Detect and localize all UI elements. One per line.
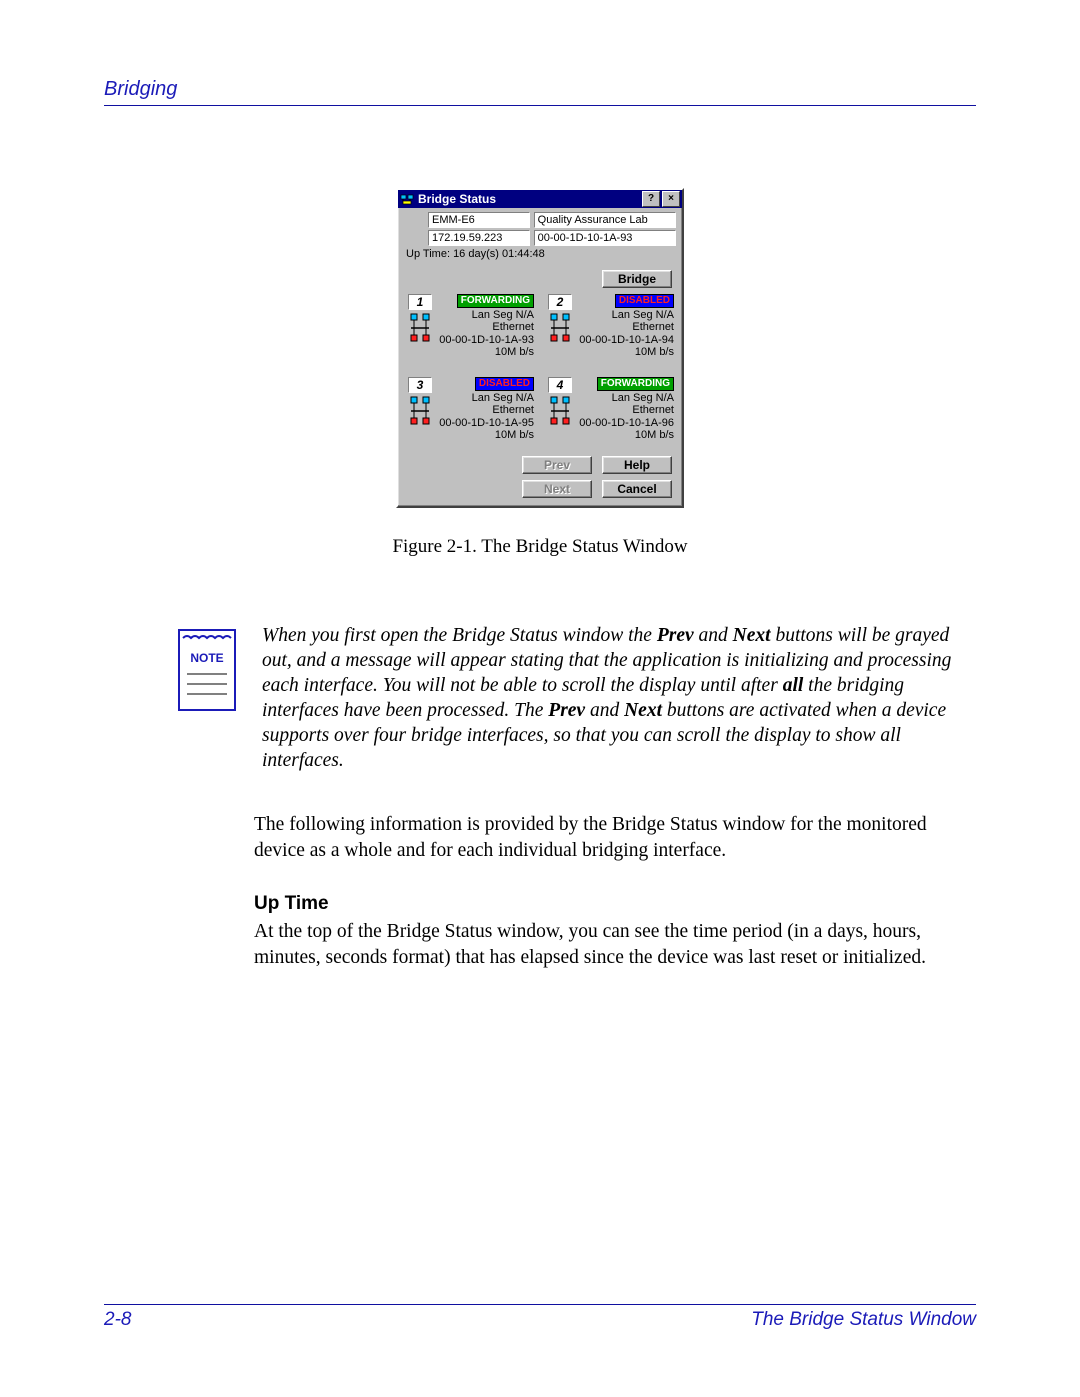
page-footer: 2-8 The Bridge Status Window xyxy=(104,1304,976,1331)
port-mac: 00-00-1D-10-1A-93 xyxy=(439,334,534,347)
note-icon: NOTE xyxy=(174,624,240,774)
port-lanseg: Lan Seg N/A xyxy=(612,392,674,405)
help-button[interactable]: Help xyxy=(602,456,672,474)
svg-text:NOTE: NOTE xyxy=(190,651,223,665)
port-speed: 10M b/s xyxy=(635,346,674,359)
prev-button[interactable]: Prev xyxy=(522,456,592,474)
port-type: Ethernet xyxy=(492,321,534,334)
note-block: NOTE When you first open the Bridge Stat… xyxy=(174,624,976,774)
footer-title: The Bridge Status Window xyxy=(751,1309,976,1331)
mac-field: 00-00-1D-10-1A-93 xyxy=(534,230,676,246)
port-type: Ethernet xyxy=(492,404,534,417)
location-field: Quality Assurance Lab xyxy=(534,212,676,228)
port-number: 4 xyxy=(548,377,572,393)
port-mac: 00-00-1D-10-1A-96 xyxy=(579,417,674,430)
device-name-field: EMM-E6 xyxy=(428,212,530,228)
port-panel[interactable]: 1 FORWARDING Lan Seg N/A xyxy=(406,294,534,359)
port-number: 2 xyxy=(548,294,572,310)
port-type: Ethernet xyxy=(632,321,674,334)
next-button[interactable]: Next xyxy=(522,480,592,498)
ports-grid: 1 FORWARDING Lan Seg N/A xyxy=(404,294,676,442)
status-badge: DISABLED xyxy=(475,377,534,391)
port-number: 1 xyxy=(408,294,432,310)
figure: Bridge Status ? × EMM-E6 Quality Assuran… xyxy=(104,188,976,558)
port-speed: 10M b/s xyxy=(495,346,534,359)
bridge-status-dialog: Bridge Status ? × EMM-E6 Quality Assuran… xyxy=(396,188,684,508)
section-heading-uptime: Up Time xyxy=(254,893,976,915)
ip-field: 172.19.59.223 xyxy=(428,230,530,246)
port-speed: 10M b/s xyxy=(495,429,534,442)
body-paragraph: The following information is provided by… xyxy=(254,812,976,863)
network-icon xyxy=(407,395,433,427)
close-icon[interactable]: × xyxy=(662,191,680,207)
status-badge: FORWARDING xyxy=(597,377,674,391)
uptime-label: Up Time: 16 day(s) 01:44:48 xyxy=(406,248,676,260)
network-icon xyxy=(547,395,573,427)
port-number: 3 xyxy=(408,377,432,393)
port-mac: 00-00-1D-10-1A-94 xyxy=(579,334,674,347)
titlebar[interactable]: Bridge Status ? × xyxy=(398,190,682,208)
port-type: Ethernet xyxy=(632,404,674,417)
window-title: Bridge Status xyxy=(418,192,496,206)
figure-caption: Figure 2-1. The Bridge Status Window xyxy=(392,536,687,558)
help-icon[interactable]: ? xyxy=(642,191,660,207)
status-badge: DISABLED xyxy=(615,294,674,308)
port-lanseg: Lan Seg N/A xyxy=(472,392,534,405)
port-lanseg: Lan Seg N/A xyxy=(612,309,674,322)
note-text: When you first open the Bridge Status wi… xyxy=(262,624,976,774)
page-header: Bridging xyxy=(104,78,976,106)
network-icon xyxy=(547,312,573,344)
bridge-button[interactable]: Bridge xyxy=(602,270,672,288)
section-title: Bridging xyxy=(104,78,177,100)
port-panel[interactable]: 3 DISABLED Lan Seg N/A xyxy=(406,377,534,442)
port-panel[interactable]: 4 FORWARDING Lan Seg N/A xyxy=(546,377,674,442)
body-paragraph: At the top of the Bridge Status window, … xyxy=(254,919,976,970)
status-badge: FORWARDING xyxy=(457,294,534,308)
app-icon xyxy=(400,192,414,206)
port-mac: 00-00-1D-10-1A-95 xyxy=(439,417,534,430)
port-panel[interactable]: 2 DISABLED Lan Seg N/A xyxy=(546,294,674,359)
network-icon xyxy=(407,312,433,344)
page-number: 2-8 xyxy=(104,1309,131,1331)
port-speed: 10M b/s xyxy=(635,429,674,442)
cancel-button[interactable]: Cancel xyxy=(602,480,672,498)
port-lanseg: Lan Seg N/A xyxy=(472,309,534,322)
